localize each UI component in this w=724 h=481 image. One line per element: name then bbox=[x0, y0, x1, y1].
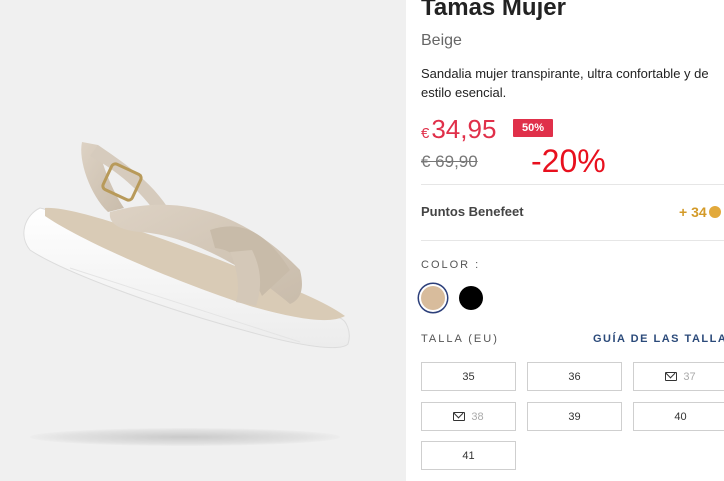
product-description: Sandalia mujer transpirante, ultra confo… bbox=[421, 66, 709, 100]
color-swatch-black[interactable] bbox=[459, 286, 483, 310]
current-price: 34,95 bbox=[431, 114, 497, 144]
size-option-38[interactable]: 38 bbox=[421, 402, 516, 431]
mail-icon bbox=[665, 372, 678, 381]
price-row: € 34,95 bbox=[421, 114, 496, 144]
product-info-panel: Tamas Mujer Beige Sandalia mujer transpi… bbox=[421, 0, 724, 481]
color-swatch-beige[interactable] bbox=[421, 286, 445, 310]
product-title: Tamas Mujer bbox=[421, 0, 566, 21]
size-value: 37 bbox=[683, 370, 696, 383]
points-value: + 34 bbox=[679, 204, 721, 220]
size-label: TALLA (EU) bbox=[421, 333, 499, 345]
points-amount: + 34 bbox=[679, 204, 707, 220]
product-image-panel bbox=[0, 0, 406, 481]
divider bbox=[421, 184, 724, 185]
size-value: 38 bbox=[471, 410, 484, 423]
size-value: 40 bbox=[674, 410, 687, 423]
size-guide-link[interactable]: GUÍA DE LAS TALLA bbox=[593, 333, 724, 345]
points-label: Puntos Benefeet bbox=[421, 204, 524, 219]
product-shadow bbox=[30, 428, 340, 446]
coin-icon bbox=[708, 206, 721, 218]
sandal-product-image[interactable] bbox=[0, 120, 360, 360]
size-value: 36 bbox=[568, 370, 581, 383]
old-price: € 69,90 bbox=[421, 152, 478, 171]
color-label: COLOR : bbox=[421, 259, 481, 271]
size-value: 41 bbox=[462, 449, 475, 462]
discount-overlay-text: -20% bbox=[531, 143, 606, 179]
size-option-36[interactable]: 36 bbox=[527, 362, 622, 391]
size-option-39[interactable]: 39 bbox=[527, 402, 622, 431]
mail-icon bbox=[453, 412, 466, 421]
currency-symbol: € bbox=[421, 125, 430, 142]
divider bbox=[421, 240, 724, 241]
discount-badge: 50% bbox=[513, 119, 554, 137]
size-option-40[interactable]: 40 bbox=[633, 402, 724, 431]
size-value: 35 bbox=[462, 370, 475, 383]
size-option-37[interactable]: 37 bbox=[633, 362, 724, 391]
size-option-35[interactable]: 35 bbox=[421, 362, 516, 391]
size-option-41[interactable]: 41 bbox=[421, 441, 516, 470]
size-value: 39 bbox=[568, 410, 581, 423]
product-color-name: Beige bbox=[421, 32, 462, 49]
